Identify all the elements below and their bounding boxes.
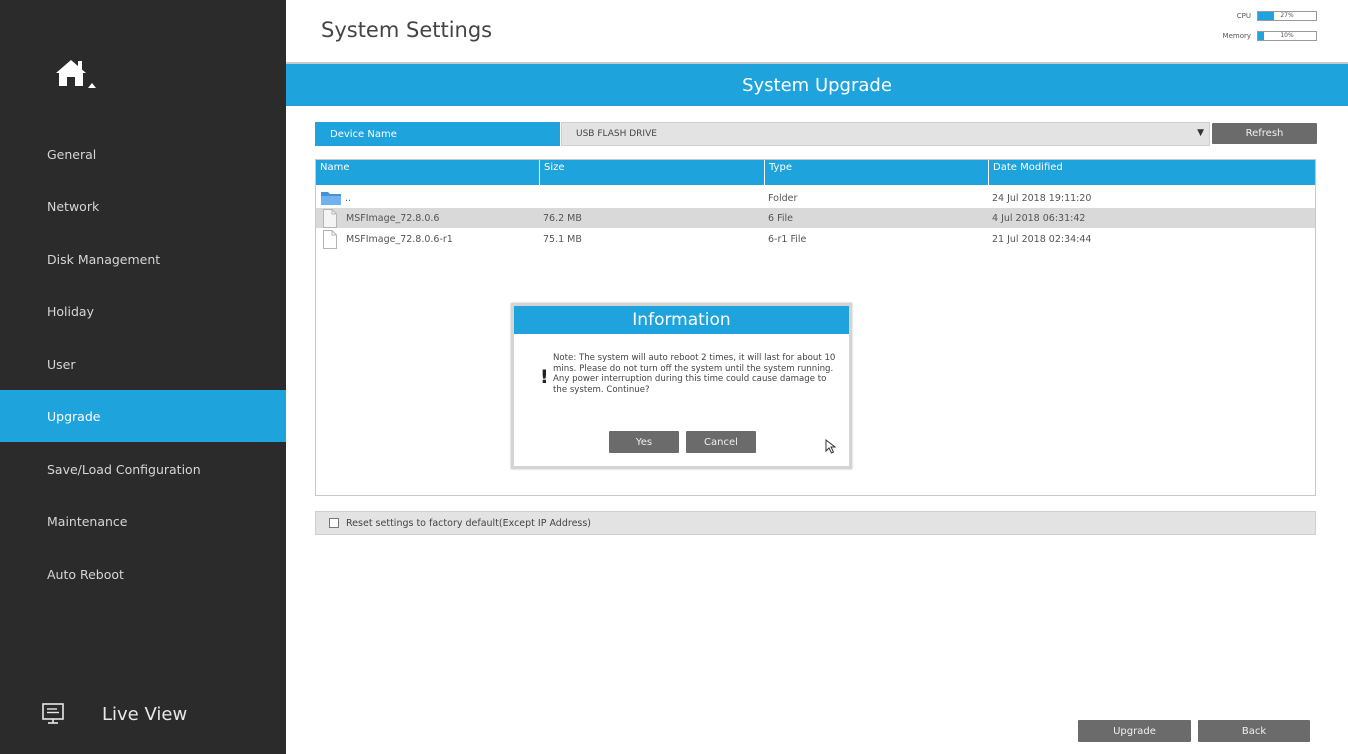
table-header: Name Size Type Date Modified	[316, 160, 1315, 185]
folder-icon	[321, 192, 341, 205]
upgrade-button[interactable]: Upgrade	[1078, 720, 1191, 742]
date-cell: 21 Jul 2018 02:34:44	[992, 233, 1092, 245]
date-cell: 4 Jul 2018 06:31:42	[992, 212, 1086, 224]
cpu-usage-bar: 27%	[1257, 11, 1317, 21]
file-icon	[323, 208, 337, 228]
memory-stat: Memory 10%	[1223, 30, 1317, 42]
refresh-button[interactable]: Refresh	[1212, 123, 1317, 144]
memory-label: Memory	[1222, 32, 1251, 40]
size-cell: 75.1 MB	[543, 233, 582, 245]
type-cell: 6-r1 File	[768, 233, 807, 245]
system-stats: CPU 27% Memory 10%	[1223, 10, 1317, 52]
file-name: MSFImage_72.8.0.6	[346, 212, 440, 224]
sidebar-item-save-load-configuration[interactable]: Save/Load Configuration	[0, 443, 286, 495]
dialog-message: Note: The system will auto reboot 2 time…	[553, 353, 836, 395]
mouse-cursor-icon	[825, 439, 837, 454]
warning-icon: !	[540, 366, 549, 388]
sidebar-item-maintenance[interactable]: Maintenance	[0, 495, 286, 547]
dialog-title: Information	[514, 306, 849, 334]
name-cell: MSFImage_72.8.0.6-r1	[316, 229, 540, 249]
memory-value: 10%	[1280, 32, 1294, 39]
yes-button[interactable]: Yes	[609, 431, 679, 453]
type-cell: 6 File	[768, 212, 793, 224]
sidebar-item-general[interactable]: General	[0, 128, 286, 180]
caret-down-icon[interactable]: ▼	[1197, 128, 1204, 138]
cpu-value: 27%	[1280, 12, 1294, 19]
monitor-icon	[42, 703, 64, 724]
device-name-label: Device Name	[315, 122, 560, 146]
column-header-type[interactable]: Type	[765, 160, 989, 185]
size-cell: 76.2 MB	[543, 212, 582, 224]
live-view-label: Live View	[102, 703, 188, 725]
file-icon	[323, 229, 337, 249]
reset-factory-option: Reset settings to factory default(Except…	[315, 511, 1316, 535]
home-icon[interactable]	[52, 56, 98, 92]
date-cell: 24 Jul 2018 19:11:20	[992, 192, 1092, 204]
information-dialog: Information ! Note: The system will auto…	[511, 303, 852, 469]
table-row[interactable]: MSFImage_72.8.0.6-r1 75.1 MB 6-r1 File 2…	[316, 229, 1315, 249]
table-row[interactable]: MSFImage_72.8.0.6 76.2 MB 6 File 4 Jul 2…	[316, 208, 1315, 228]
file-name: MSFImage_72.8.0.6-r1	[346, 233, 453, 245]
reset-factory-checkbox[interactable]	[329, 518, 339, 528]
sidebar: General Network Disk Management Holiday …	[0, 0, 286, 754]
back-button[interactable]: Back	[1198, 720, 1310, 742]
sidebar-item-upgrade[interactable]: Upgrade	[0, 390, 286, 442]
file-name: ..	[345, 192, 352, 204]
name-cell: MSFImage_72.8.0.6	[316, 208, 540, 228]
size-cell	[540, 188, 765, 208]
column-header-date-modified[interactable]: Date Modified	[989, 160, 1315, 185]
cpu-stat: CPU 27%	[1223, 10, 1317, 22]
page-title: System Settings	[321, 18, 493, 42]
reset-factory-label[interactable]: Reset settings to factory default(Except…	[346, 518, 591, 529]
type-cell: Folder	[768, 192, 798, 204]
cancel-button[interactable]: Cancel	[686, 431, 756, 453]
sidebar-item-auto-reboot[interactable]: Auto Reboot	[0, 548, 286, 600]
memory-usage-bar: 10%	[1257, 31, 1317, 41]
table-row[interactable]: .. Folder 24 Jul 2018 19:11:20	[316, 188, 1315, 208]
section-title: System Upgrade	[286, 64, 1348, 106]
name-cell: ..	[316, 188, 540, 208]
sidebar-item-user[interactable]: User	[0, 338, 286, 390]
cpu-label: CPU	[1236, 12, 1251, 20]
sidebar-item-network[interactable]: Network	[0, 180, 286, 232]
column-header-name[interactable]: Name	[316, 160, 540, 185]
device-name-value: USB FLASH DRIVE	[576, 129, 657, 139]
sidebar-item-disk-management[interactable]: Disk Management	[0, 233, 286, 285]
device-name-select[interactable]: USB FLASH DRIVE ▼	[561, 122, 1210, 146]
column-header-size[interactable]: Size	[540, 160, 765, 185]
live-view-button[interactable]: Live View	[42, 700, 187, 728]
sidebar-item-holiday[interactable]: Holiday	[0, 285, 286, 337]
